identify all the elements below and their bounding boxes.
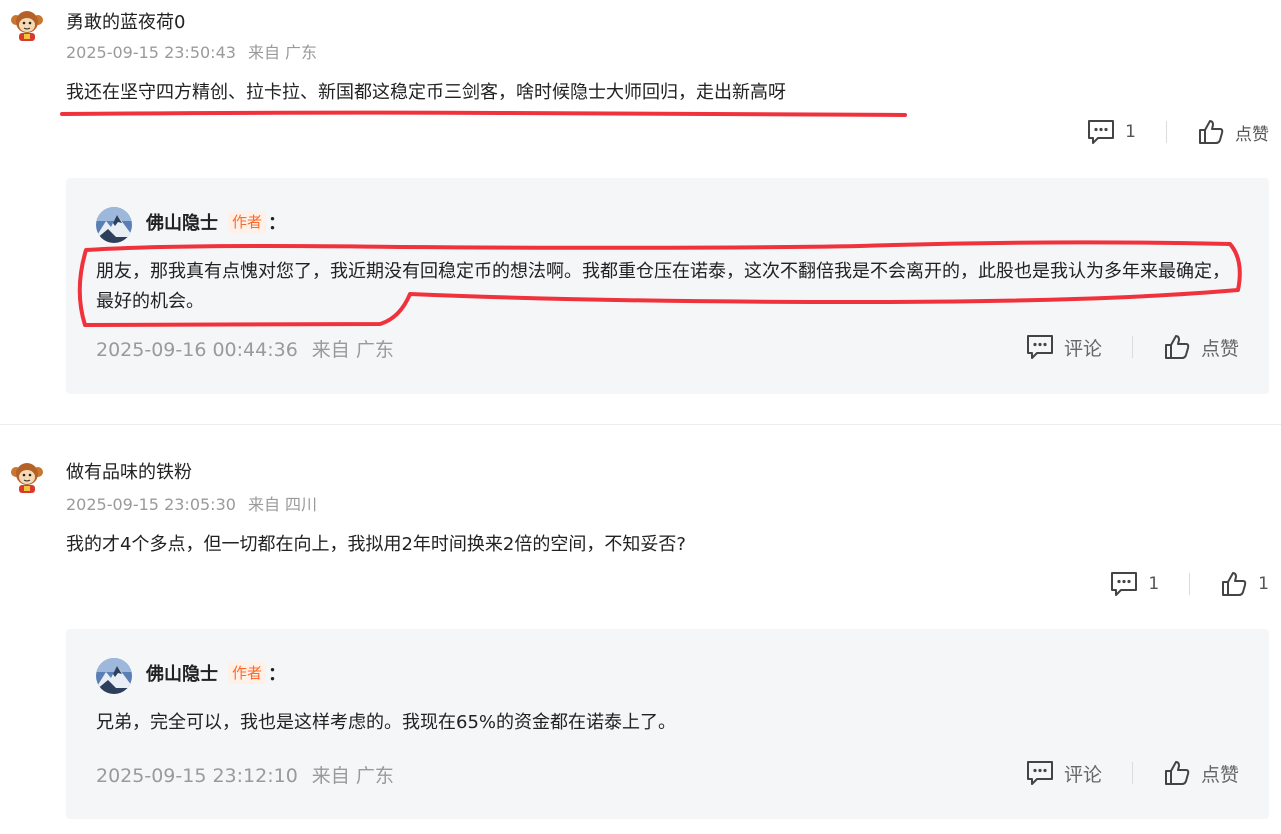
reply-meta: 2025-09-15 23:12:10 来自 广东: [96, 761, 394, 788]
like-button[interactable]: 点赞: [1197, 118, 1269, 146]
author-badge: 作者: [228, 662, 267, 684]
reply-time: 2025-09-15 23:12:10: [96, 765, 298, 787]
reply-like-label: 点赞: [1200, 763, 1239, 786]
reply-author: 佛山隐士 作者 ：: [146, 660, 286, 686]
comment-bubble-icon: [1088, 120, 1115, 144]
reply-like-label: 点赞: [1200, 337, 1239, 360]
username[interactable]: 勇敢的蓝夜荷0: [66, 8, 185, 34]
comment-time: 2025-09-15 23:50:43: [66, 43, 236, 62]
author-badge: 作者: [228, 211, 267, 233]
reply-colon: ：: [268, 213, 287, 234]
action-divider: [1131, 762, 1133, 784]
reply-comment-label: 评论: [1063, 763, 1102, 786]
comment-text: 我还在坚守四方精创、拉卡拉、新国都这稳定币三剑客，啥时候隐士大师回归，走出新高呀: [66, 82, 786, 103]
comment-button[interactable]: 1: [1110, 571, 1159, 597]
comment-divider: [0, 424, 1281, 425]
thumbs-up-icon: [1199, 120, 1224, 144]
thumbs-up-icon: [1164, 335, 1190, 359]
comment-button[interactable]: 1: [1087, 119, 1136, 145]
reply-comment-button[interactable]: 评论: [1026, 760, 1102, 787]
comment-count: 1: [1125, 122, 1136, 142]
thumbs-up-icon: [1164, 761, 1190, 785]
author-reply: 佛山隐士 作者 ： 兄弟，完全可以，我也是这样考虑的。我现在65%的资金都在诺泰…: [66, 629, 1269, 819]
comment-actions: 1 点赞: [1087, 118, 1269, 146]
reply-meta: 2025-09-16 00:44:36 来自 广东: [96, 335, 394, 362]
action-divider: [1131, 336, 1133, 358]
like-count: 1: [1258, 574, 1269, 594]
thumbs-up-icon: [1222, 572, 1247, 596]
reply-author-name[interactable]: 佛山隐士: [146, 660, 218, 686]
reply-colon: ：: [268, 664, 287, 685]
comment-actions: 1 1: [1110, 570, 1269, 598]
reply-text: 朋友，那我真有点愧对您了，我近期没有回稳定币的想法啊。我都重仓压在诺泰，这次不翻…: [96, 261, 1230, 312]
reply-comment-button[interactable]: 评论: [1026, 334, 1102, 361]
reply-author-name[interactable]: 佛山隐士: [146, 209, 218, 235]
action-divider: [1189, 573, 1191, 595]
comment-location: 来自 广东: [247, 43, 318, 62]
username[interactable]: 做有品味的铁粉: [66, 458, 192, 484]
monkey-avatar-icon[interactable]: [10, 460, 44, 494]
comment-meta: 2025-09-15 23:50:43 来自 广东: [66, 39, 317, 63]
comment-item: 做有品味的铁粉 2025-09-15 23:05:30 来自 四川 我的才4个多点…: [0, 450, 1281, 834]
action-divider: [1166, 121, 1167, 143]
comment-text: 我的才4个多点，但一切都在向上，我拟用2年时间换来2倍的空间，不知妥否?: [66, 534, 686, 555]
reply-like-button[interactable]: 点赞: [1163, 333, 1239, 361]
comment-bubble-icon: [1026, 761, 1053, 785]
monkey-avatar-icon[interactable]: [10, 8, 44, 42]
reply-location: 来自 广东: [311, 339, 394, 361]
reply-actions: 评论 点赞: [1026, 759, 1239, 787]
reply-actions: 评论 点赞: [1026, 333, 1239, 361]
comment-time: 2025-09-15 23:05:30: [66, 495, 236, 514]
comment-item: 勇敢的蓝夜荷0 2025-09-15 23:50:43 来自 广东 我还在坚守四方…: [0, 0, 1281, 410]
reply-text: 兄弟，完全可以，我也是这样考虑的。我现在65%的资金都在诺泰上了。: [96, 712, 677, 733]
comment-meta: 2025-09-15 23:05:30 来自 四川: [66, 491, 317, 515]
reply-author: 佛山隐士 作者 ：: [146, 209, 286, 235]
comment-location: 来自 四川: [247, 495, 318, 514]
mountain-avatar-icon[interactable]: [96, 658, 132, 694]
reply-like-button[interactable]: 点赞: [1163, 759, 1239, 787]
reply-location: 来自 广东: [311, 765, 394, 787]
mountain-avatar-icon[interactable]: [96, 207, 132, 243]
reply-comment-label: 评论: [1063, 337, 1102, 360]
like-button[interactable]: 1: [1220, 570, 1269, 598]
like-label: 点赞: [1235, 124, 1269, 145]
reply-time: 2025-09-16 00:44:36: [96, 339, 298, 361]
comment-bubble-icon: [1026, 335, 1053, 359]
author-reply: 佛山隐士 作者 ： 朋友，那我真有点愧对您了，我近期没有回稳定币的想法啊。我都重…: [66, 178, 1269, 394]
comment-bubble-icon: [1111, 572, 1138, 596]
comment-count: 1: [1148, 574, 1160, 594]
